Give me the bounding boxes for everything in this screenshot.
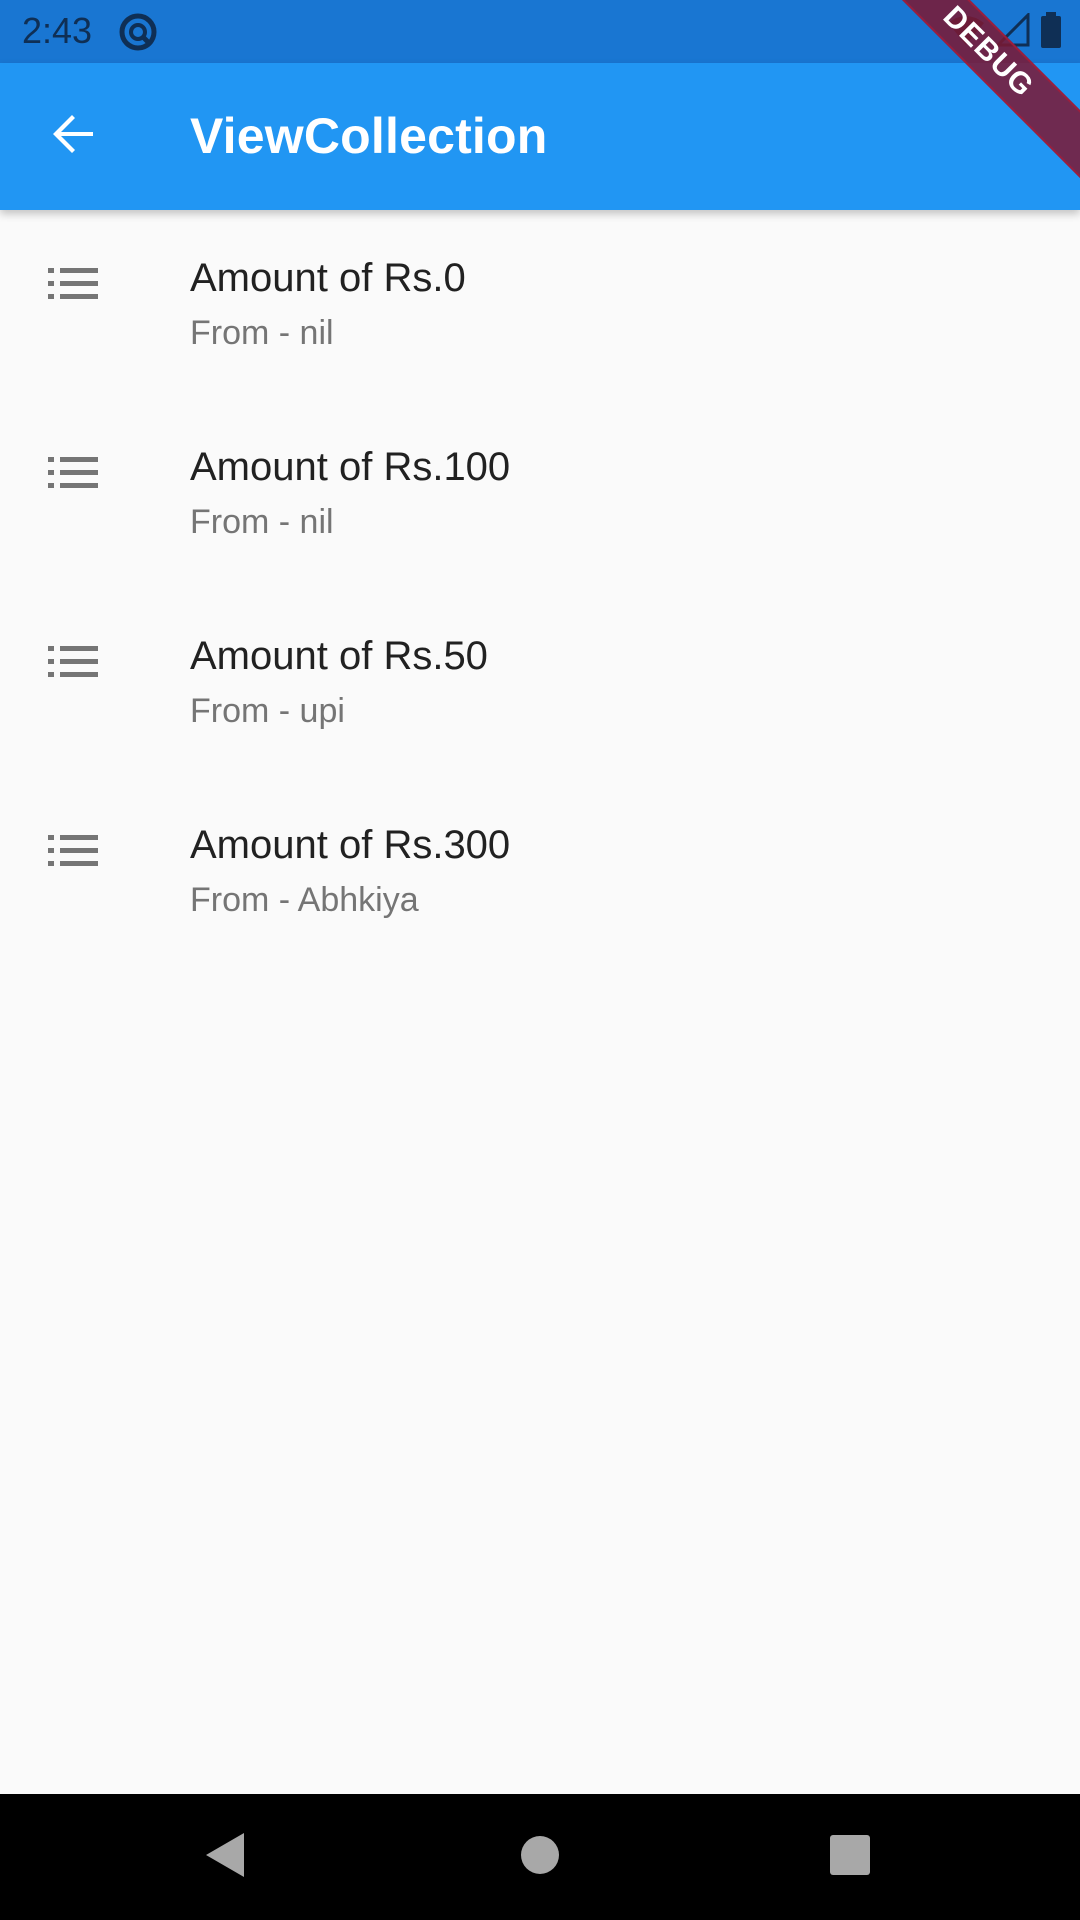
nav-home-button[interactable] [510,1827,570,1887]
nav-back-button[interactable] [196,1827,256,1887]
item-title: Amount of Rs.300 [190,823,511,867]
back-button[interactable] [30,93,116,179]
list-icon [48,833,98,869]
list-item[interactable]: Amount of Rs.0 From - nil [0,210,1080,399]
app-bar: ViewCollection [0,63,1080,210]
item-title: Amount of Rs.50 [190,634,488,678]
item-subtitle: From - nil [190,314,334,352]
status-time: 2:43 [22,10,93,51]
list-item[interactable]: Amount of Rs.300 From - Abhkiya [0,777,1080,966]
list-icon [48,644,98,680]
list-item[interactable]: Amount of Rs.100 From - nil [0,399,1080,588]
page-title: ViewCollection [190,108,548,164]
recents-square-icon [829,1834,871,1881]
list-item[interactable]: Amount of Rs.50 From - upi [0,588,1080,777]
item-title: Amount of Rs.100 [190,445,511,489]
system-nav-bar [0,1794,1080,1920]
nav-recents-button[interactable] [820,1827,880,1887]
back-triangle-icon [204,1831,248,1884]
list-icon [48,455,98,491]
item-subtitle: From - nil [190,503,334,541]
home-circle-icon [518,1833,562,1882]
item-subtitle: From - upi [190,692,345,730]
battery-icon [1040,11,1062,53]
collection-list: Amount of Rs.0 From - nil Amount of Rs.1… [0,210,1080,966]
item-subtitle: From - Abhkiya [190,881,419,919]
arrow-back-icon [49,110,97,163]
list-icon [48,266,98,302]
item-title: Amount of Rs.0 [190,256,466,300]
screen: 2:43 ViewCollection DEBUG Amount of Rs.0… [0,0,1080,1920]
app-notification-icon [118,12,158,52]
